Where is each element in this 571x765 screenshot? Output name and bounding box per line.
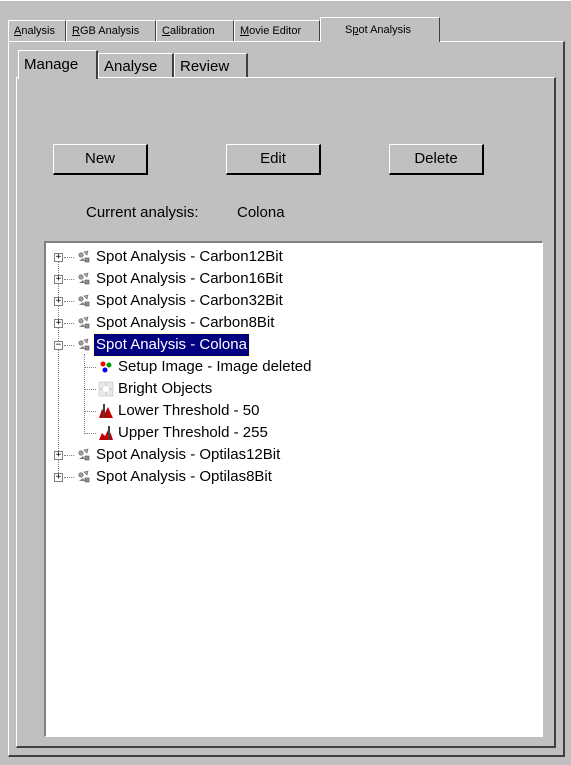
- tree-connector: [64, 477, 74, 478]
- tab-label: Spot Analysis: [345, 24, 412, 36]
- tree-connector: [84, 354, 85, 434]
- top-border: [0, 0, 571, 1]
- tree-node-label: Spot Analysis - Colona: [93, 333, 250, 357]
- tab-analysis[interactable]: Analysis: [8, 20, 66, 41]
- tree-connector: [84, 367, 96, 368]
- tab-label: Review: [180, 58, 230, 75]
- analysis-icon: [76, 337, 92, 353]
- expand-icon[interactable]: +: [54, 319, 63, 328]
- tree-connector: [64, 279, 74, 280]
- tree-node-label: Lower Threshold - 50: [118, 402, 260, 419]
- tree-node-label: Spot Analysis - Carbon32Bit: [96, 292, 283, 309]
- collapse-icon[interactable]: −: [54, 341, 63, 350]
- tab-analyse[interactable]: Analyse: [98, 53, 174, 78]
- tab-label: Manage: [24, 56, 79, 73]
- tree-node-label: Spot Analysis - Carbon8Bit: [96, 314, 275, 331]
- tree-node-label: Setup Image - Image deleted: [118, 358, 312, 375]
- tab-review[interactable]: Review: [174, 53, 248, 78]
- tree-connector: [64, 345, 74, 346]
- expand-icon[interactable]: +: [54, 275, 63, 284]
- tree-node-label: Upper Threshold - 255: [118, 424, 268, 441]
- current-analysis-label: Current analysis:: [86, 204, 199, 221]
- tree-connector: [84, 433, 96, 434]
- current-analysis-value: Colona: [237, 204, 285, 221]
- bright-objects-icon: [98, 381, 114, 397]
- tab-label: Movie Editor: [240, 25, 302, 37]
- setup-image-icon: [98, 359, 114, 375]
- tab-label: RGB Analysis: [72, 25, 140, 37]
- tree-connector: [84, 389, 96, 390]
- analysis-icon: [76, 249, 92, 265]
- tree-connector: [64, 323, 74, 324]
- tree-connector: [58, 257, 59, 477]
- tree-connector: [64, 301, 74, 302]
- tab-label: Calibration: [162, 25, 215, 37]
- tab-spot-analysis[interactable]: Spot Analysis: [320, 17, 440, 42]
- edit-button[interactable]: Edit: [226, 144, 321, 175]
- tree-connector: [64, 455, 74, 456]
- expand-icon[interactable]: +: [54, 451, 63, 460]
- tree-node-label: Spot Analysis - Optilas12Bit: [96, 446, 281, 463]
- tab-manage[interactable]: Manage: [18, 50, 98, 79]
- tab-movie-editor[interactable]: Movie Editor: [234, 20, 320, 41]
- analysis-tree[interactable]: + Spot Analysis - Carbon12Bit + Spot Ana…: [44, 241, 543, 737]
- new-button[interactable]: New: [53, 144, 148, 175]
- tab-calibration[interactable]: Calibration: [156, 20, 234, 41]
- tab-rgb-analysis[interactable]: RGB Analysis: [66, 20, 156, 41]
- tab-label: Analyse: [104, 58, 158, 75]
- lower-threshold-icon: [98, 403, 114, 419]
- analysis-icon: [76, 447, 92, 463]
- tree-node-label: Spot Analysis - Optilas8Bit: [96, 468, 272, 485]
- analysis-icon: [76, 271, 92, 287]
- expand-icon[interactable]: +: [54, 297, 63, 306]
- tree-connector: [84, 411, 96, 412]
- tab-label: Analysis: [14, 25, 55, 37]
- tree-node-label: Spot Analysis - Carbon12Bit: [96, 248, 283, 265]
- expand-icon[interactable]: +: [54, 473, 63, 482]
- tree-node-label: Bright Objects: [118, 380, 213, 397]
- analysis-icon: [76, 469, 92, 485]
- tree-node-label: Spot Analysis - Carbon16Bit: [96, 270, 283, 287]
- analysis-icon: [76, 315, 92, 331]
- expand-icon[interactable]: +: [54, 253, 63, 262]
- delete-button[interactable]: Delete: [389, 144, 484, 175]
- tree-connector: [64, 257, 74, 258]
- analysis-icon: [76, 293, 92, 309]
- upper-threshold-icon: [98, 425, 114, 441]
